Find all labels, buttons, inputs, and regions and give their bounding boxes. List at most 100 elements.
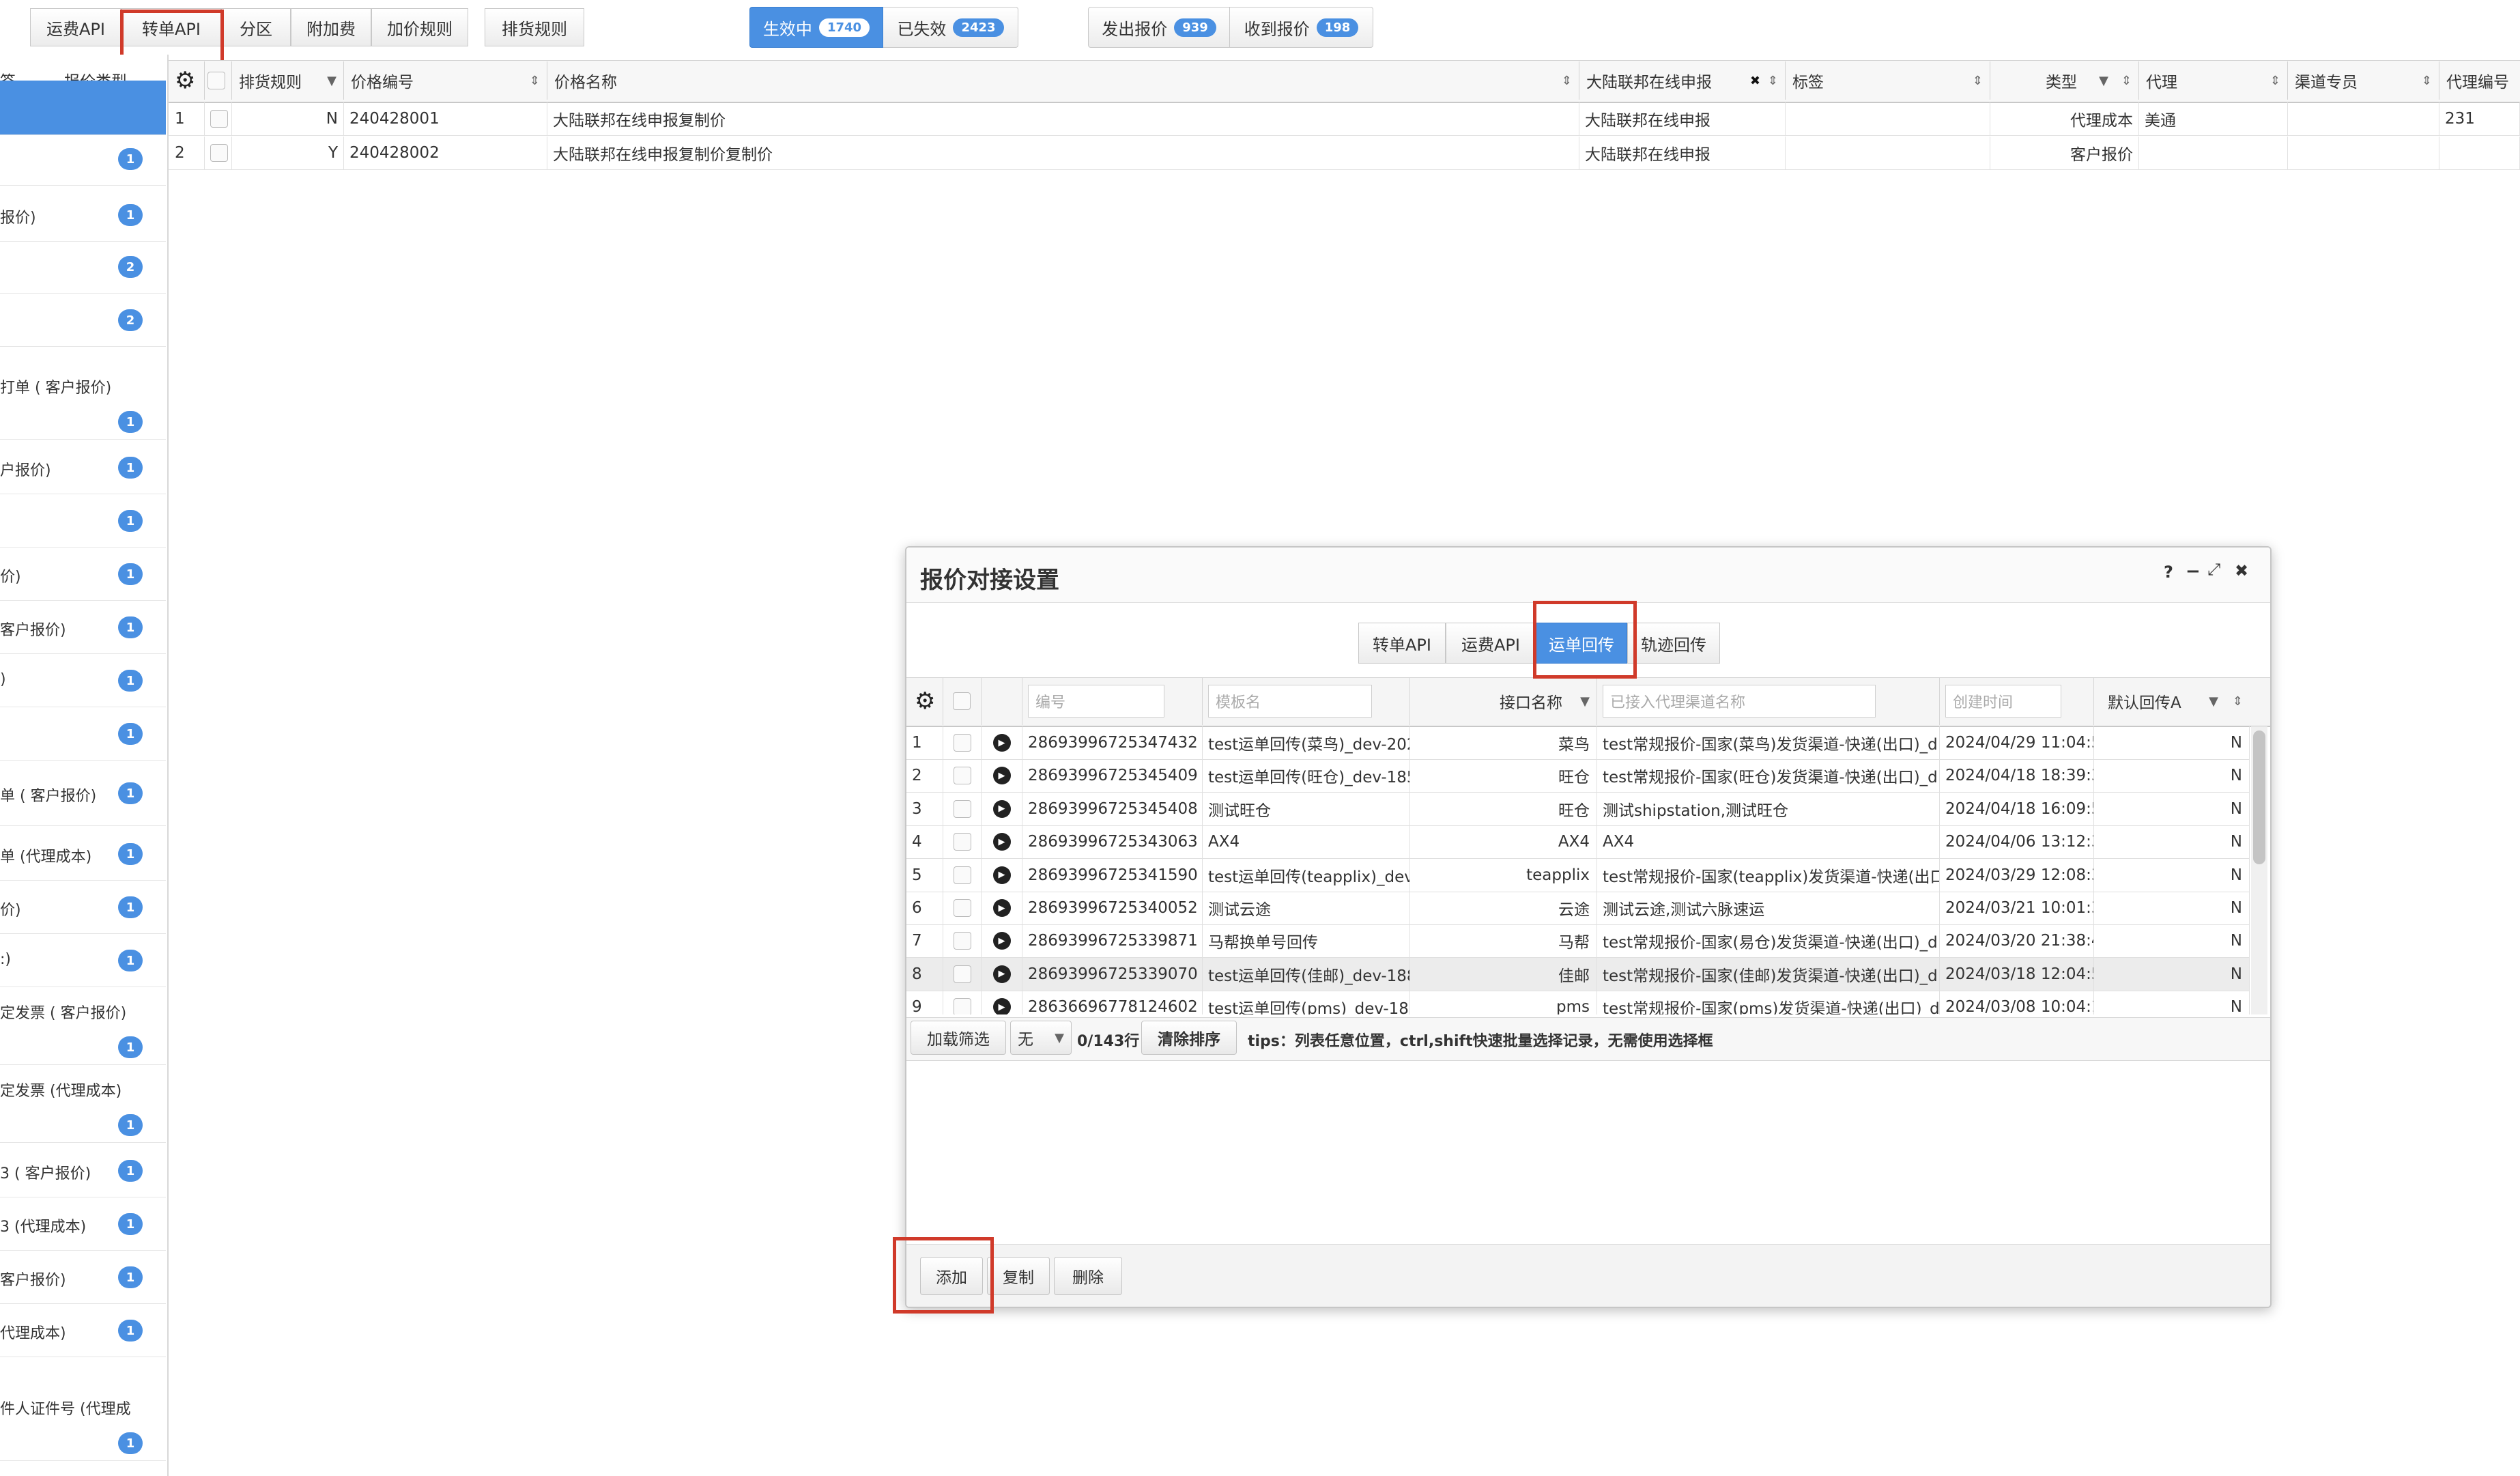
row-checkbox[interactable] bbox=[210, 110, 228, 128]
sidebar-item[interactable]: 单 ( 客户报价) 1 bbox=[0, 761, 166, 826]
table-cell[interactable] bbox=[205, 137, 232, 169]
sort-icon[interactable]: ⇕ bbox=[2233, 694, 2243, 709]
col-name[interactable]: 价格名称 ⇕ bbox=[547, 61, 1579, 100]
select-all-cell[interactable] bbox=[205, 61, 232, 100]
load-filter-button[interactable]: 加载筛选 bbox=[911, 1021, 1006, 1055]
sidebar-item[interactable] bbox=[0, 81, 166, 135]
quote-sent-filter[interactable]: 发出报价 939 bbox=[1088, 7, 1230, 48]
play-icon[interactable]: ▶ bbox=[992, 932, 1011, 950]
table-cell[interactable]: ▶ bbox=[982, 892, 1022, 924]
play-icon[interactable]: ▶ bbox=[992, 899, 1011, 917]
quote-received-filter[interactable]: 收到报价 198 bbox=[1230, 7, 1373, 48]
sidebar-item[interactable]: 2 bbox=[0, 240, 166, 294]
col-filter[interactable]: 大陆联邦在线申报 ✖ ⇕ bbox=[1579, 61, 1786, 100]
col-agent-code[interactable]: 代理编号 bbox=[2439, 61, 2520, 100]
sidebar-item[interactable]: 1 bbox=[0, 132, 166, 186]
sort-icon[interactable]: ⇕ bbox=[1562, 74, 1572, 88]
table-cell[interactable]: ▶ bbox=[982, 924, 1022, 958]
sidebar-item[interactable]: 2 bbox=[0, 294, 166, 347]
clear-filter-icon[interactable]: ✖ bbox=[1750, 74, 1760, 88]
table-cell[interactable]: ▶ bbox=[982, 957, 1022, 991]
dialog-select-all[interactable] bbox=[943, 677, 982, 725]
row-checkbox[interactable] bbox=[953, 767, 971, 785]
sidebar-item[interactable]: 定发票 (代理成本) 1 bbox=[0, 1065, 166, 1143]
row-checkbox[interactable] bbox=[210, 144, 228, 162]
sidebar-item[interactable]: 户报价) 1 bbox=[0, 441, 166, 494]
table-cell[interactable]: ▶ bbox=[982, 792, 1022, 825]
filter-select[interactable]: 无 ▼ bbox=[1010, 1021, 1072, 1055]
table-settings[interactable]: ⚙ bbox=[169, 61, 205, 100]
play-icon[interactable]: ▶ bbox=[992, 799, 1011, 818]
table-cell[interactable]: ▶ bbox=[982, 858, 1022, 892]
top-tab[interactable]: 运费API bbox=[30, 8, 121, 46]
code-filter-input[interactable]: 编号 bbox=[1028, 685, 1164, 718]
sidebar-item[interactable]: 客户报价) 1 bbox=[0, 1251, 166, 1304]
sort-icon[interactable]: ⇕ bbox=[2121, 74, 2132, 88]
top-tab[interactable]: 分区 bbox=[221, 8, 291, 46]
sidebar-item[interactable]: 打单 ( 客户报价) 1 bbox=[0, 362, 166, 440]
play-icon[interactable]: ▶ bbox=[992, 866, 1011, 884]
sort-icon[interactable]: ⇕ bbox=[2422, 74, 2432, 88]
clear-sort-button[interactable]: 清除排序 bbox=[1141, 1021, 1237, 1055]
status-expired-filter[interactable]: 已失效 2423 bbox=[883, 7, 1018, 48]
sort-icon[interactable]: ⇕ bbox=[1973, 74, 1983, 88]
dropdown-icon[interactable]: ▼ bbox=[327, 74, 337, 88]
template-filter-input[interactable]: 模板名 bbox=[1208, 685, 1372, 718]
sidebar-item[interactable]: 价) 1 bbox=[0, 881, 166, 934]
table-cell[interactable] bbox=[943, 825, 982, 859]
dropdown-icon[interactable]: ▼ bbox=[1580, 694, 1590, 709]
sidebar-item[interactable]: 3 (代理成本) 1 bbox=[0, 1197, 166, 1251]
sidebar-item[interactable]: 代理成本) 1 bbox=[0, 1304, 166, 1357]
play-icon[interactable]: ▶ bbox=[992, 965, 1011, 983]
dialog-col-api[interactable]: 接口名称 ▼ bbox=[1410, 677, 1597, 725]
created-filter-input[interactable]: 创建时间 bbox=[1945, 685, 2061, 718]
row-checkbox[interactable] bbox=[953, 734, 971, 752]
sidebar-item[interactable]: 客户报价) 1 bbox=[0, 601, 166, 654]
dialog-settings[interactable]: ⚙ bbox=[906, 677, 943, 725]
col-code[interactable]: 价格编号 ⇕ bbox=[344, 61, 547, 100]
row-checkbox[interactable] bbox=[953, 899, 971, 917]
gear-icon[interactable]: ⚙ bbox=[912, 687, 935, 715]
delete-button[interactable]: 删除 bbox=[1054, 1257, 1122, 1295]
sidebar-item[interactable]: ) 1 bbox=[0, 654, 166, 707]
table-cell[interactable] bbox=[943, 957, 982, 991]
play-icon[interactable]: ▶ bbox=[992, 833, 1011, 851]
sidebar-item[interactable]: 单 (代理成本) 1 bbox=[0, 827, 166, 881]
dialog-titlebar[interactable]: 报价对接设置 ? − ⤢ ✖ bbox=[906, 548, 2270, 603]
maximize-icon[interactable]: ⤢ bbox=[2207, 560, 2220, 579]
dropdown-icon[interactable]: ▼ bbox=[2099, 74, 2108, 88]
sidebar-item[interactable]: 件人证件号 (代理成 1 bbox=[0, 1383, 166, 1461]
status-active-filter[interactable]: 生效中 1740 bbox=[749, 7, 883, 48]
select-all-checkbox[interactable] bbox=[207, 72, 225, 89]
dropdown-icon[interactable]: ▼ bbox=[1055, 1031, 1064, 1045]
table-cell[interactable] bbox=[943, 924, 982, 958]
col-agent[interactable]: 代理 ⇕ bbox=[2139, 61, 2288, 100]
select-all-checkbox[interactable] bbox=[953, 692, 971, 710]
minimize-icon[interactable]: − bbox=[2186, 561, 2201, 582]
sidebar-item[interactable]: 价) 1 bbox=[0, 548, 166, 601]
close-icon[interactable]: ✖ bbox=[2235, 561, 2248, 580]
play-icon[interactable]: ▶ bbox=[992, 734, 1011, 752]
row-checkbox[interactable] bbox=[953, 965, 971, 983]
sidebar-item[interactable]: 3 ( 客户报价) 1 bbox=[0, 1144, 166, 1197]
row-checkbox[interactable] bbox=[953, 833, 971, 851]
table-cell[interactable] bbox=[205, 102, 232, 135]
gear-icon[interactable]: ⚙ bbox=[175, 67, 195, 94]
table-cell[interactable]: ▶ bbox=[982, 726, 1022, 759]
table-cell[interactable]: ▶ bbox=[982, 991, 1022, 1014]
dialog-tab[interactable]: 轨迹回传 bbox=[1627, 623, 1720, 664]
table-cell[interactable]: ▶ bbox=[982, 759, 1022, 793]
channel-filter-input[interactable]: 已接入代理渠道名称 bbox=[1603, 685, 1876, 718]
table-cell[interactable] bbox=[943, 726, 982, 759]
dropdown-icon[interactable]: ▼ bbox=[2209, 694, 2218, 709]
sort-icon[interactable]: ⇕ bbox=[1768, 74, 1778, 88]
sidebar-item[interactable]: :) 1 bbox=[0, 934, 166, 987]
col-rule[interactable]: 排货规则 ▼ bbox=[232, 61, 344, 100]
col-tag[interactable]: 标签 ⇕ bbox=[1786, 61, 1990, 100]
sidebar-item[interactable]: 报价) 1 bbox=[0, 188, 166, 242]
tab-sort-rules[interactable]: 排货规则 bbox=[485, 8, 584, 46]
play-icon[interactable]: ▶ bbox=[992, 767, 1011, 785]
sort-icon[interactable]: ⇕ bbox=[530, 74, 540, 88]
table-cell[interactable] bbox=[943, 892, 982, 924]
table-cell[interactable] bbox=[943, 792, 982, 825]
